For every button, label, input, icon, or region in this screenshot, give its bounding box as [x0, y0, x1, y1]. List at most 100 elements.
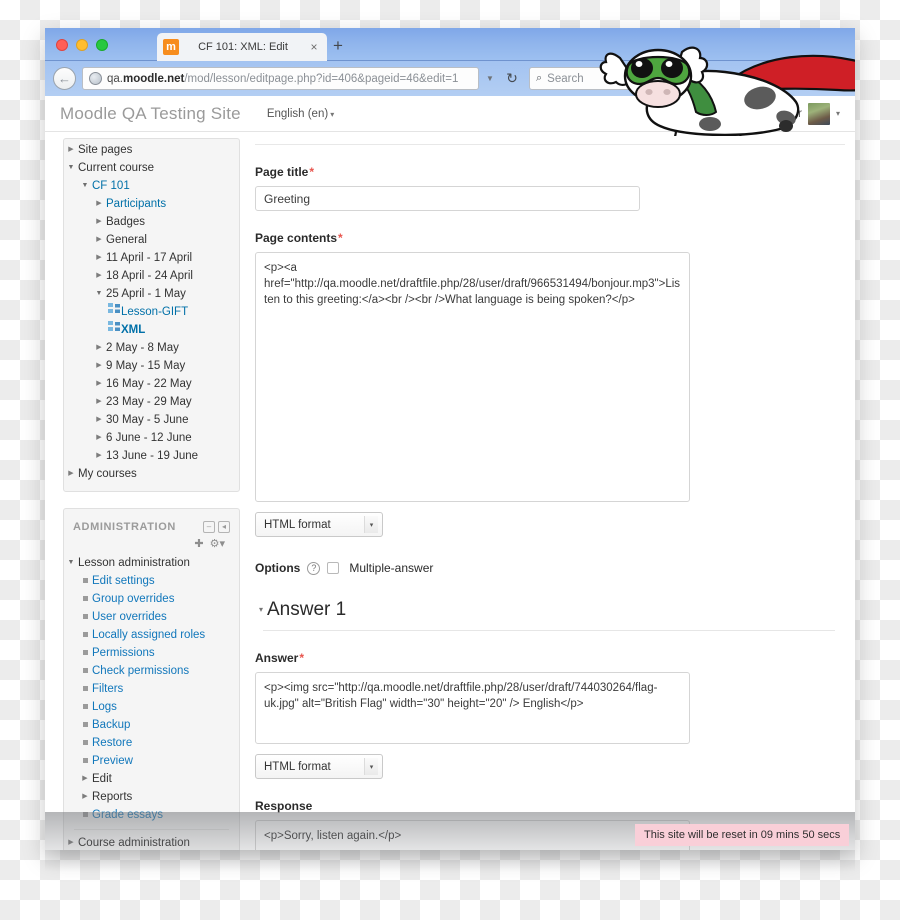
tree-item-label[interactable]: Edit settings	[92, 572, 155, 590]
browser-tab[interactable]: m CF 101: XML: Edit ×	[157, 33, 327, 61]
tree-item-logs[interactable]: Logs	[64, 698, 239, 716]
expand-toggle-icon[interactable]: ▶	[92, 411, 106, 429]
tree-item-label[interactable]: Filters	[92, 680, 123, 698]
answer-section-header[interactable]: ▾ Answer 1	[255, 599, 845, 621]
list-item: ▼ Lesson administration	[64, 554, 239, 572]
tree-item-locally-assigned-roles[interactable]: Locally assigned roles	[64, 626, 239, 644]
expand-toggle-icon[interactable]: ▶	[78, 788, 92, 806]
url-host: moodle.net	[123, 72, 185, 85]
tree-item-label[interactable]: Group overrides	[92, 590, 174, 608]
address-dropdown-icon[interactable]: ▼	[479, 74, 501, 83]
tree-item-label[interactable]: Backup	[92, 716, 130, 734]
tree-item-label[interactable]: Check permissions	[92, 662, 189, 680]
tree-item-label[interactable]: XML	[121, 321, 145, 339]
tree-item-xml[interactable]: XML	[64, 321, 239, 339]
expand-toggle-icon[interactable]: ▶	[92, 357, 106, 375]
address-bar[interactable]: qa.moodle.net/mod/lesson/editpage.php?id…	[82, 67, 479, 90]
expand-toggle-icon[interactable]: ▶	[92, 195, 106, 213]
close-tab-icon[interactable]: ×	[307, 41, 321, 53]
collapse-toggle-icon[interactable]: ▼	[64, 554, 78, 572]
expand-toggle-icon[interactable]: ▶	[92, 447, 106, 465]
page-contents-textarea[interactable]: <p><a href="http://qa.moodle.net/draftfi…	[255, 252, 690, 502]
close-window-button[interactable]	[56, 39, 68, 51]
language-menu[interactable]: English (en) ▾	[267, 108, 334, 120]
collapse-icon[interactable]: –	[203, 521, 215, 533]
tree-item-label[interactable]: Restore	[92, 734, 132, 752]
expand-toggle-icon[interactable]: ▶	[78, 770, 92, 788]
tree-item-label[interactable]: Lesson-GIFT	[121, 303, 188, 321]
help-icon[interactable]: ?	[307, 561, 321, 575]
answer-textarea[interactable]: <p><img src="http://qa.moodle.net/draftf…	[255, 672, 690, 744]
page-title-input[interactable]	[255, 186, 640, 211]
expand-toggle-icon[interactable]: ▶	[92, 213, 106, 231]
tree-item-label: Edit	[92, 773, 112, 785]
expand-toggle-icon[interactable]: ▶	[92, 231, 106, 249]
expand-toggle-icon[interactable]: ▶	[92, 267, 106, 285]
reset-notice: This site will be reset in 09 mins 50 se…	[635, 824, 850, 846]
tree-item-label[interactable]: Permissions	[92, 644, 155, 662]
tree-item-lesson-gift[interactable]: Lesson-GIFT	[64, 303, 239, 321]
tree-item-user-overrides[interactable]: User overrides	[64, 608, 239, 626]
multiple-answer-checkbox[interactable]	[327, 562, 340, 574]
page-contents-format-select[interactable]: HTML format ▾	[255, 512, 383, 537]
browser-toolbar: ← qa.moodle.net/mod/lesson/editpage.php?…	[45, 61, 855, 96]
tree-item-label[interactable]: Preview	[92, 752, 133, 770]
tree-item-label[interactable]: Grade essays	[92, 806, 163, 824]
chat-icon[interactable]	[805, 72, 826, 86]
minimize-window-button[interactable]	[76, 39, 88, 51]
tree-item-cf-101[interactable]: ▼ CF 101	[64, 177, 239, 195]
expand-toggle-icon[interactable]: ▶	[64, 465, 78, 483]
response-textarea[interactable]: <p>Sorry, listen again.</p>	[255, 820, 690, 850]
tree-item-preview[interactable]: Preview	[64, 752, 239, 770]
tree-item-group-overrides[interactable]: Group overrides	[64, 590, 239, 608]
reload-icon[interactable]: ↻	[501, 70, 523, 87]
download-icon[interactable]	[649, 72, 670, 86]
tree-item-participants[interactable]: ▶ Participants	[64, 195, 239, 213]
maximize-window-button[interactable]	[96, 39, 108, 51]
move-icon[interactable]: ✚	[194, 537, 203, 550]
collapse-toggle-icon[interactable]: ▼	[78, 177, 92, 195]
expand-toggle-icon[interactable]: ▶	[92, 393, 106, 411]
tree-item-label[interactable]: Logs	[92, 698, 117, 716]
sync-icon[interactable]	[754, 72, 775, 86]
expand-toggle-icon[interactable]: ▶	[92, 339, 106, 357]
list-item: User overrides	[64, 608, 239, 626]
collapse-toggle-icon[interactable]: ▼	[64, 159, 78, 177]
tree-item-label[interactable]: Locally assigned roles	[92, 626, 205, 644]
expand-toggle-icon[interactable]: ▶	[92, 375, 106, 393]
home-icon[interactable]	[670, 72, 691, 86]
list-item: ▶ 11 April - 17 April	[64, 249, 239, 267]
expand-toggle-icon[interactable]: ▶	[64, 834, 78, 850]
tree-item-permissions[interactable]: Permissions	[64, 644, 239, 662]
content-divider	[255, 144, 845, 145]
dock-icon[interactable]: ◂	[218, 521, 230, 533]
bookmark-star-icon[interactable]	[691, 71, 712, 86]
reader-icon[interactable]	[712, 71, 733, 86]
user-menu[interactable]: Terri Teacher ▾	[736, 102, 840, 125]
tree-item-label[interactable]: Participants	[106, 195, 166, 213]
expand-toggle-icon[interactable]: ▶	[92, 249, 106, 267]
new-tab-button[interactable]: +	[333, 37, 343, 54]
tree-item-label[interactable]: CF 101	[92, 177, 130, 195]
menu-icon[interactable]	[826, 72, 847, 86]
moodle-favicon-icon: m	[163, 39, 179, 55]
avatar[interactable]	[807, 102, 830, 125]
tree-item-check-permissions[interactable]: Check permissions	[64, 662, 239, 680]
back-icon[interactable]: ←	[53, 67, 76, 90]
tree-item-label[interactable]: User overrides	[92, 608, 167, 626]
chevron-down-icon[interactable]: ▾	[255, 606, 267, 614]
tree-item-grade-essays[interactable]: Grade essays	[64, 806, 239, 824]
send-tab-icon[interactable]	[733, 71, 754, 86]
tree-item-backup[interactable]: Backup	[64, 716, 239, 734]
dropdown-icon[interactable]: ▼	[784, 74, 805, 83]
search-bar[interactable]: ⌕ Search	[529, 67, 649, 90]
list-bullet-icon	[78, 716, 92, 734]
tree-item-restore[interactable]: Restore	[64, 734, 239, 752]
gear-icon[interactable]: ⚙▾	[210, 537, 225, 550]
tree-item-edit-settings[interactable]: Edit settings	[64, 572, 239, 590]
collapse-toggle-icon[interactable]: ▼	[92, 285, 106, 303]
expand-toggle-icon[interactable]: ▶	[92, 429, 106, 447]
expand-toggle-icon[interactable]: ▶	[64, 141, 78, 159]
tree-item-filters[interactable]: Filters	[64, 680, 239, 698]
answer-format-select[interactable]: HTML format ▾	[255, 754, 383, 779]
